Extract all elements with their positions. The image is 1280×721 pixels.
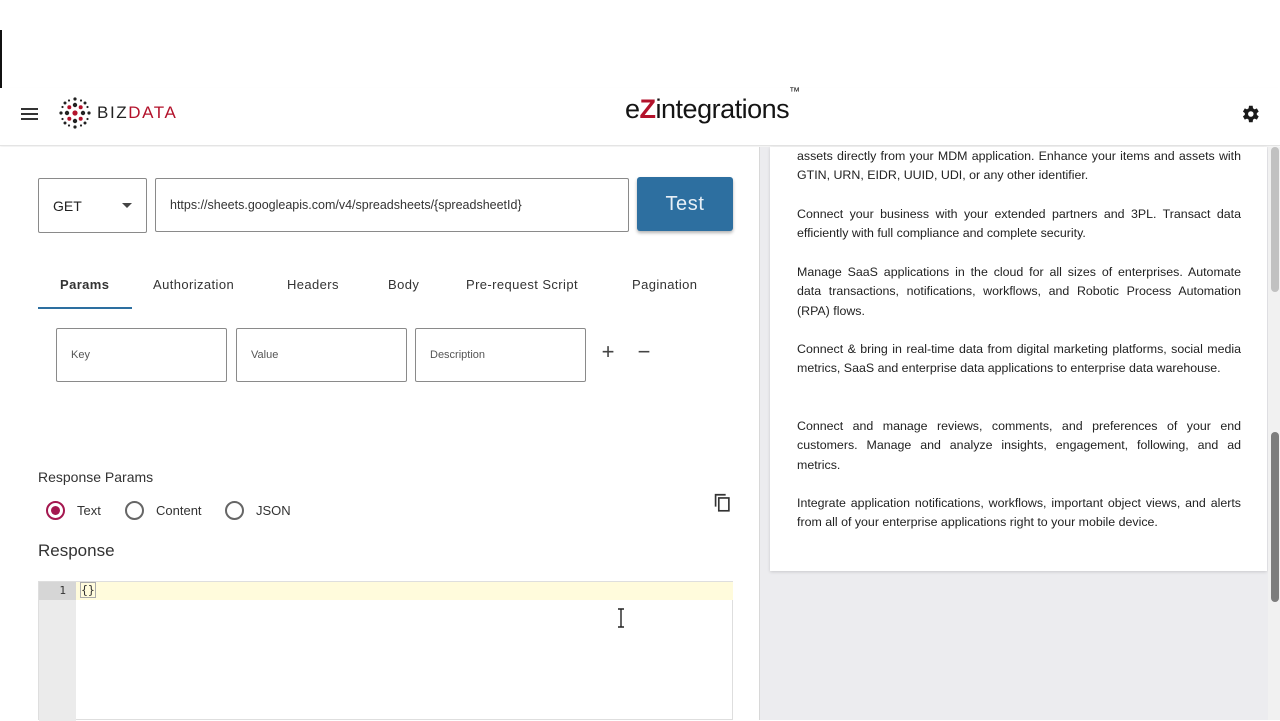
settings-gear-icon[interactable] [1239, 103, 1261, 125]
request-panel: GET https://sheets.googleapis.com/v4/spr… [0, 147, 760, 721]
tab-authorization[interactable]: Authorization [153, 277, 234, 292]
bizdata-logo-mark-icon [59, 97, 91, 129]
window-edge [0, 30, 2, 88]
active-tab-indicator [38, 307, 132, 309]
chevron-down-icon [122, 203, 132, 208]
tab-body[interactable]: Body [388, 277, 419, 292]
hamburger-menu-icon[interactable] [20, 105, 42, 127]
copy-icon[interactable] [711, 492, 733, 514]
response-title: Response [38, 541, 115, 560]
response-code[interactable]: {} [80, 582, 96, 598]
bizdata-logo[interactable]: BIZDATA [58, 93, 177, 133]
info-paragraph: Connect & bring in real-time data from d… [797, 342, 1241, 376]
radio-content[interactable]: Content [125, 501, 202, 520]
bizdata-logo-text: BIZDATA [97, 103, 178, 122]
response-code-editor[interactable]: 1 {} [38, 581, 733, 721]
radio-text[interactable]: Text [46, 501, 101, 520]
radio-unselected-icon [125, 501, 144, 520]
remove-param-button[interactable]: − [635, 341, 653, 363]
info-sidebar: assets directly from your MDM applicatio… [760, 147, 1268, 720]
line-number: 1 [59, 584, 66, 597]
text-cursor-icon [618, 608, 624, 628]
info-paragraph: Integrate application notifications, wor… [797, 496, 1241, 530]
radio-selected-icon [46, 501, 65, 520]
radio-unselected-icon [225, 501, 244, 520]
info-paragraph: Connect and manage reviews, comments, an… [797, 419, 1241, 472]
info-paragraph: Manage SaaS applications in the cloud fo… [797, 265, 1241, 318]
scrollbar-track-upper [1271, 147, 1279, 292]
top-blank-area [0, 0, 1280, 88]
tab-params[interactable]: Params [60, 277, 109, 292]
tab-headers[interactable]: Headers [287, 277, 339, 292]
param-description-input[interactable]: Description [415, 328, 586, 382]
editor-gutter [39, 582, 76, 721]
test-button[interactable]: Test [637, 177, 733, 231]
active-line-highlight [76, 582, 733, 600]
scrollbar-thumb[interactable] [1271, 432, 1279, 602]
page-scrollbar[interactable] [1268, 147, 1280, 720]
tab-pagination[interactable]: Pagination [632, 277, 697, 292]
param-value-input[interactable]: Value [236, 328, 407, 382]
info-card: assets directly from your MDM applicatio… [770, 147, 1267, 571]
app-header: BIZDATA eZintegrations™ [0, 86, 1280, 146]
add-param-button[interactable]: + [599, 341, 617, 363]
request-tabs: Params Authorization Headers Body Pre-re… [38, 267, 738, 309]
info-paragraph: assets directly from your MDM applicatio… [797, 149, 1241, 183]
radio-json[interactable]: JSON [225, 501, 291, 520]
tab-pre-request-script[interactable]: Pre-request Script [466, 277, 578, 292]
ezintegrations-brand: eZintegrations™ [625, 86, 800, 124]
param-key-input[interactable]: Key [56, 328, 227, 382]
response-params-title: Response Params [38, 469, 154, 485]
info-paragraph: Connect your business with your extended… [797, 207, 1241, 241]
http-method-select[interactable]: GET [38, 178, 147, 233]
url-input[interactable]: https://sheets.googleapis.com/v4/spreads… [155, 178, 629, 232]
